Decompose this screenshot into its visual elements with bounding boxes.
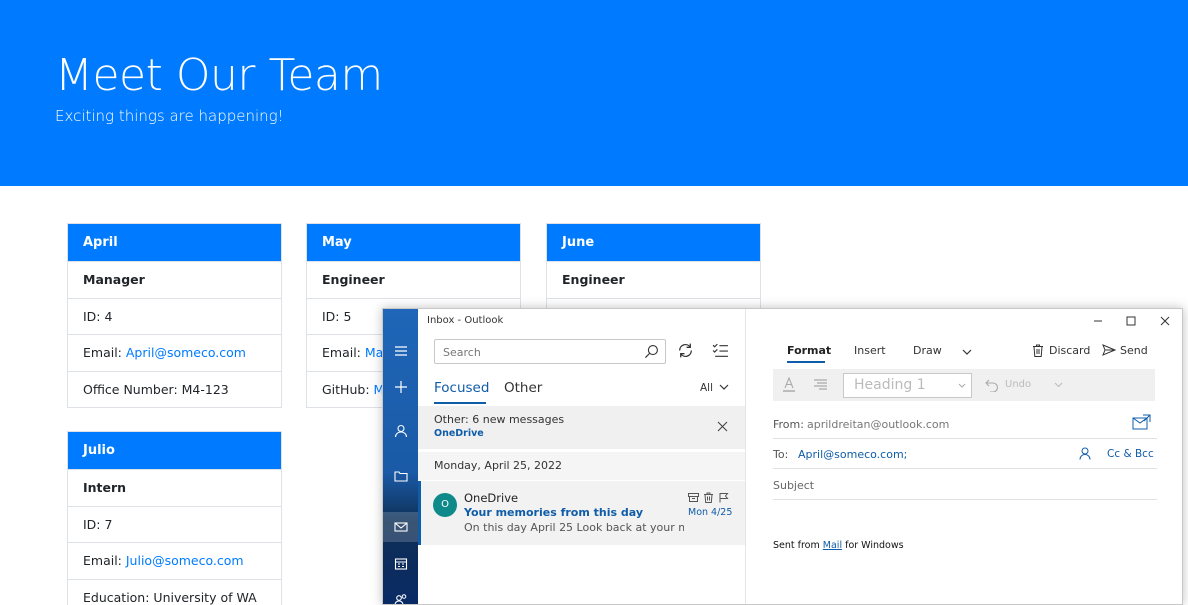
page-title: Meet Our Team — [55, 50, 383, 101]
delete-icon[interactable] — [703, 492, 714, 503]
signature[interactable]: Sent from Mail for Windows — [773, 540, 904, 551]
tab-draw[interactable]: Draw — [913, 344, 942, 357]
card-role: Manager — [68, 261, 281, 298]
card-school: Education: University of WA — [68, 578, 281, 605]
hero-banner: Meet Our Team Exciting things are happen… — [0, 0, 1188, 186]
message-sender: OneDrive — [464, 491, 519, 505]
team-card-julio: Julio Intern ID: 7 Email: Julio@someco.c… — [67, 431, 282, 605]
card-role: Engineer — [547, 261, 760, 298]
send-icon[interactable] — [1102, 344, 1116, 356]
card-name: Julio — [68, 432, 281, 469]
card-id: ID: 7 — [68, 505, 281, 543]
card-role: Engineer — [307, 261, 520, 298]
font-color-icon[interactable] — [782, 377, 796, 393]
other-notice-text: Other: 6 new messages — [434, 413, 565, 426]
signature-suffix: for Windows — [842, 540, 904, 551]
email-label: Email: — [83, 345, 126, 360]
divider — [773, 438, 1157, 439]
team-card-april: April Manager ID: 4 Email: April@someco.… — [67, 223, 282, 408]
card-email: Email: April@someco.com — [68, 334, 281, 371]
calendar-icon[interactable] — [383, 549, 418, 579]
email-link[interactable]: April@someco.com — [126, 345, 246, 360]
signature-prefix: Sent from — [773, 540, 823, 551]
discard-button[interactable]: Discard — [1049, 344, 1090, 357]
flag-icon[interactable] — [718, 492, 729, 503]
message-date: Mon 4/25 — [688, 507, 733, 518]
popout-icon[interactable] — [1132, 414, 1151, 431]
format-toolbar: Heading 1 Undo — [773, 369, 1155, 401]
search-placeholder: Search — [443, 346, 481, 359]
card-email: Email: Julio@someco.com — [68, 542, 281, 579]
hamburger-menu-icon[interactable] — [383, 336, 418, 366]
style-chevron-icon[interactable] — [958, 383, 966, 389]
filter-dropdown[interactable]: All — [700, 382, 713, 394]
subject-input[interactable]: Subject — [773, 479, 814, 492]
email-link[interactable]: Julio@someco.com — [126, 553, 244, 568]
card-role: Intern — [68, 469, 281, 506]
undo-icon[interactable] — [985, 378, 999, 392]
undo-button[interactable]: Undo — [1005, 379, 1031, 390]
from-field[interactable]: aprildreitan@outlook.com — [807, 418, 949, 431]
page-subtitle: Exciting things are happening! — [55, 107, 284, 125]
divider — [773, 499, 1157, 500]
to-field[interactable]: April@someco.com; — [798, 448, 907, 461]
outlook-window: Inbox - Outlook Search Focused Other All… — [382, 308, 1183, 605]
card-id: ID: 4 — [68, 297, 281, 335]
accounts-person-icon[interactable] — [383, 416, 418, 446]
date-group-header: Monday, April 25, 2022 — [418, 452, 745, 480]
contact-picker-icon[interactable] — [1079, 447, 1091, 460]
message-preview: On this day April 25 Look back at your m… — [464, 521, 684, 534]
card-name: June — [547, 224, 760, 261]
folders-icon[interactable] — [383, 461, 418, 491]
close-icon[interactable] — [717, 421, 728, 432]
people-icon[interactable] — [383, 585, 418, 604]
discard-trash-icon[interactable] — [1032, 344, 1044, 357]
search-input[interactable]: Search — [434, 339, 666, 364]
message-subject: Your memories from this day — [464, 506, 643, 519]
card-office: Office Number: M4-123 — [68, 370, 281, 408]
undo-chevron-icon[interactable] — [1054, 382, 1063, 388]
tab-other[interactable]: Other — [504, 380, 542, 396]
ribbon-more-chevron-icon[interactable] — [962, 348, 972, 356]
divider — [773, 468, 1157, 469]
close-window-icon[interactable] — [1157, 313, 1173, 329]
chevron-down-icon[interactable] — [719, 383, 729, 391]
other-notice-source: OneDrive — [434, 428, 484, 439]
tab-focused[interactable]: Focused — [434, 380, 489, 396]
maximize-icon[interactable] — [1123, 313, 1139, 329]
signature-mail-link[interactable]: Mail — [823, 540, 842, 551]
to-label: To: — [773, 448, 789, 461]
github-label: GitHub: — [322, 381, 374, 397]
sync-icon[interactable] — [677, 342, 694, 359]
cc-bcc-button[interactable]: Cc & Bcc — [1107, 448, 1154, 460]
tab-focused-underline — [434, 402, 486, 404]
paragraph-format-icon[interactable] — [813, 378, 828, 392]
message-item[interactable]: O OneDrive Your memories from this day O… — [418, 481, 745, 545]
style-select[interactable]: Heading 1 — [843, 373, 972, 398]
minimize-icon[interactable] — [1090, 313, 1106, 329]
send-button[interactable]: Send — [1120, 344, 1148, 357]
nav-rail — [383, 309, 418, 604]
card-name: May — [307, 224, 520, 261]
selected-indicator — [418, 481, 421, 545]
card-name: April — [68, 224, 281, 261]
select-mode-icon[interactable] — [712, 342, 729, 359]
email-label: Email: — [322, 345, 365, 360]
tab-format[interactable]: Format — [787, 344, 831, 357]
archive-icon[interactable] — [688, 492, 699, 503]
window-title: Inbox - Outlook — [427, 315, 504, 326]
other-inbox-notice[interactable]: Other: 6 new messages OneDrive — [418, 406, 745, 449]
avatar: O — [433, 493, 457, 517]
new-mail-plus-icon[interactable] — [383, 372, 418, 402]
mail-icon[interactable] — [383, 512, 418, 542]
compose-pane: Format Insert Draw Discard Send Heading … — [747, 309, 1182, 604]
email-label: Email: — [83, 553, 126, 568]
search-icon[interactable] — [644, 344, 659, 359]
tab-format-underline — [787, 361, 825, 363]
message-list-pane: Inbox - Outlook Search Focused Other All… — [418, 309, 772, 604]
tab-insert[interactable]: Insert — [854, 344, 886, 357]
from-label: From: — [773, 418, 804, 431]
